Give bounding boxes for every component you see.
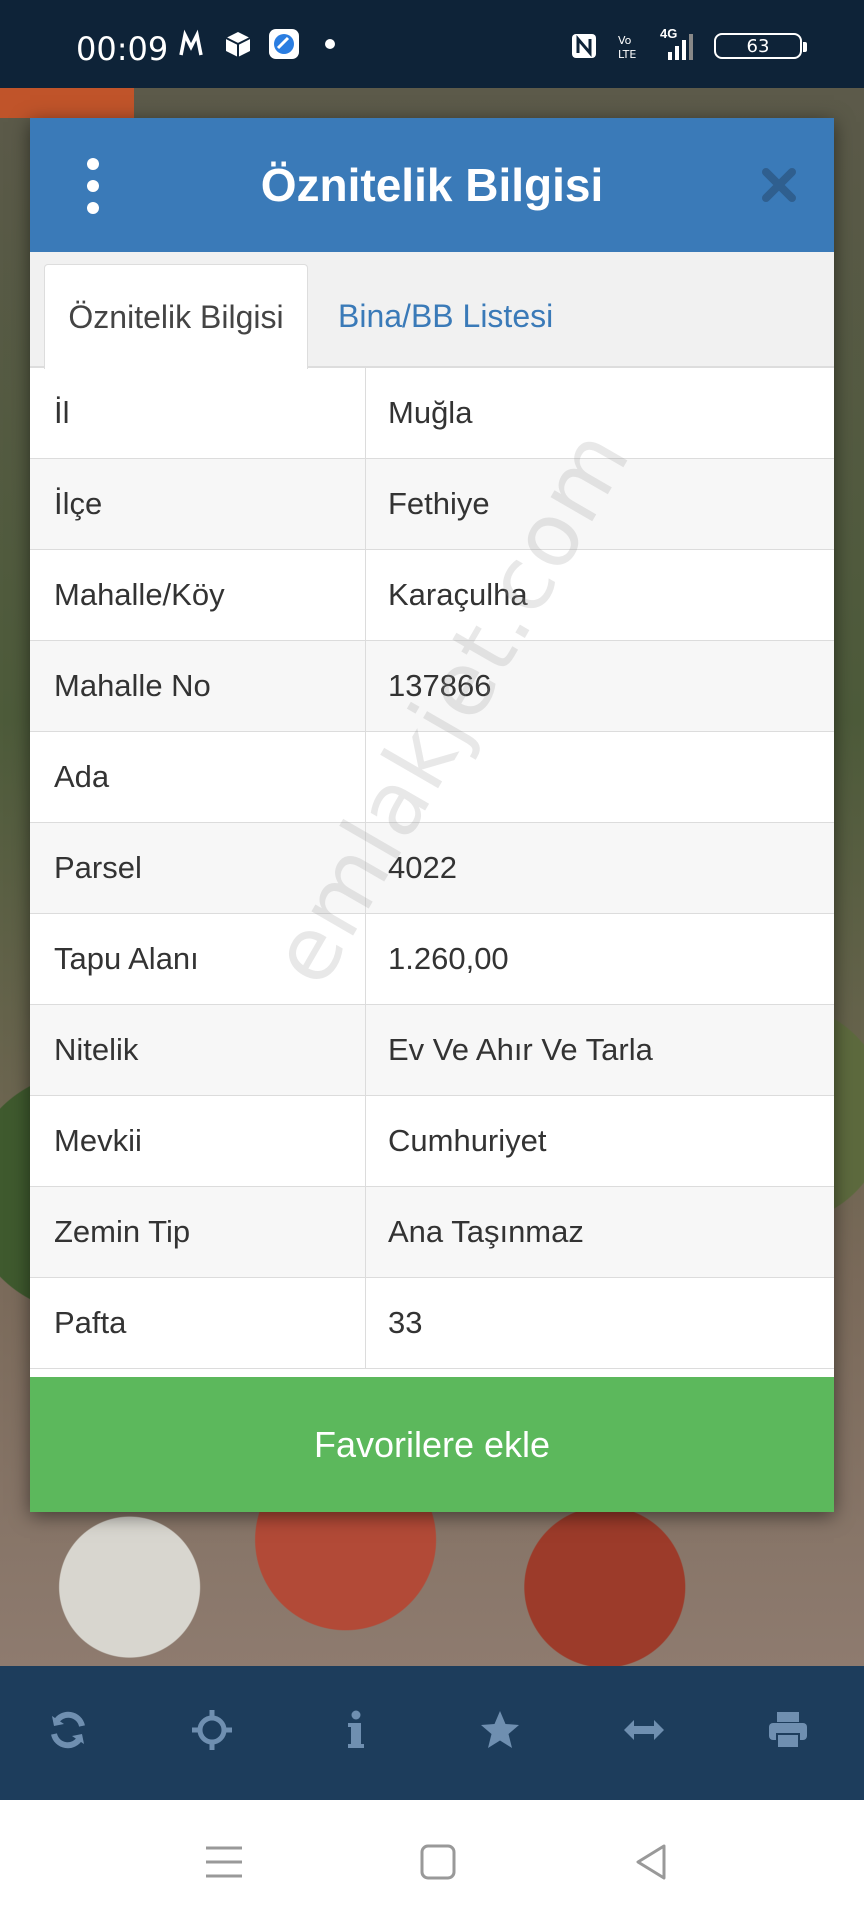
table-row: Mevkii Cumhuriyet	[30, 1096, 834, 1187]
row-key: Zemin Tip	[30, 1187, 366, 1277]
svg-text:LTE: LTE	[618, 48, 636, 61]
status-bar: 00:09 Vo LTE 4G 63	[0, 0, 864, 98]
back-triangle-icon	[636, 1844, 666, 1880]
square-icon	[420, 1844, 456, 1880]
close-icon	[762, 168, 796, 202]
dot-icon	[314, 28, 346, 60]
row-value: 1.260,00	[388, 941, 509, 976]
tab-building-list[interactable]: Bina/BB Listesi	[338, 264, 553, 368]
table-row: Zemin Tip Ana Taşınmaz	[30, 1187, 834, 1278]
status-time: 00:09	[76, 30, 169, 68]
table-row: İlçe Fethiye	[30, 459, 834, 550]
row-value: 4022	[388, 850, 457, 885]
attribute-table: İl Muğla İlçe Fethiye Mahalle/Köy Karaçulha…	[30, 368, 834, 1369]
print-icon	[769, 1712, 807, 1749]
signal-icon: 4G	[660, 26, 700, 62]
box-icon	[222, 28, 254, 60]
row-value: Cumhuriyet	[388, 1123, 547, 1158]
row-key: İl	[30, 368, 366, 458]
table-row: Mahalle/Köy Karaçulha	[30, 550, 834, 641]
table-row: Pafta 33	[30, 1278, 834, 1369]
row-key: Nitelik	[30, 1005, 366, 1095]
measure-button[interactable]	[614, 1700, 674, 1760]
close-button[interactable]	[754, 160, 804, 210]
row-key: Ada	[30, 732, 366, 822]
measure-icon	[624, 1720, 664, 1740]
menu-button[interactable]	[78, 158, 108, 214]
battery-level: 63	[746, 35, 770, 57]
row-key: Mahalle No	[30, 641, 366, 731]
table-row: Tapu Alanı 1.260,00	[30, 914, 834, 1005]
battery-icon: 63	[714, 33, 807, 59]
kebab-dot	[87, 202, 99, 214]
add-to-favorites-button[interactable]: Favorilere ekle	[30, 1377, 834, 1512]
tab-attribute-info[interactable]: Öznitelik Bilgisi	[44, 264, 308, 369]
row-value: Ana Taşınmaz	[388, 1214, 584, 1249]
dialog-header: Öznitelik Bilgisi	[30, 118, 834, 252]
dialog-title: Öznitelik Bilgisi	[260, 159, 604, 211]
row-value: Ev Ve Ahır Ve Tarla	[388, 1032, 653, 1067]
nfc-icon	[568, 30, 600, 62]
recent-apps-button[interactable]	[200, 1838, 248, 1886]
refresh-icon	[51, 1711, 85, 1749]
map-toolbar	[0, 1666, 864, 1800]
volte-icon: Vo LTE	[614, 30, 646, 62]
menu-lines-icon	[206, 1846, 242, 1878]
row-key: Mevkii	[30, 1096, 366, 1186]
music-icon	[176, 28, 208, 60]
favorites-button[interactable]	[470, 1700, 530, 1760]
info-button[interactable]	[326, 1700, 386, 1760]
info-icon	[348, 1710, 364, 1748]
row-key: İlçe	[30, 459, 366, 549]
crosshair-icon	[192, 1710, 232, 1750]
kebab-dot	[87, 180, 99, 192]
refresh-button[interactable]	[38, 1700, 98, 1760]
table-row: Nitelik Ev Ve Ahır Ve Tarla	[30, 1005, 834, 1096]
kebab-dot	[87, 158, 99, 170]
locate-button[interactable]	[182, 1700, 242, 1760]
tab-bar: Öznitelik Bilgisi Bina/BB Listesi	[30, 252, 834, 369]
system-nav-bar	[0, 1800, 864, 1920]
network-label: 4G	[660, 26, 678, 41]
row-key: Pafta	[30, 1278, 366, 1368]
table-row: İl Muğla	[30, 368, 834, 459]
row-key: Mahalle/Köy	[30, 550, 366, 640]
map-overlay	[0, 88, 134, 118]
svg-text:Vo: Vo	[618, 34, 632, 47]
print-button[interactable]	[758, 1700, 818, 1760]
app-icon	[268, 28, 300, 60]
back-button[interactable]	[628, 1838, 676, 1886]
star-icon	[481, 1711, 519, 1748]
row-value: 33	[388, 1305, 423, 1340]
home-button[interactable]	[414, 1838, 462, 1886]
